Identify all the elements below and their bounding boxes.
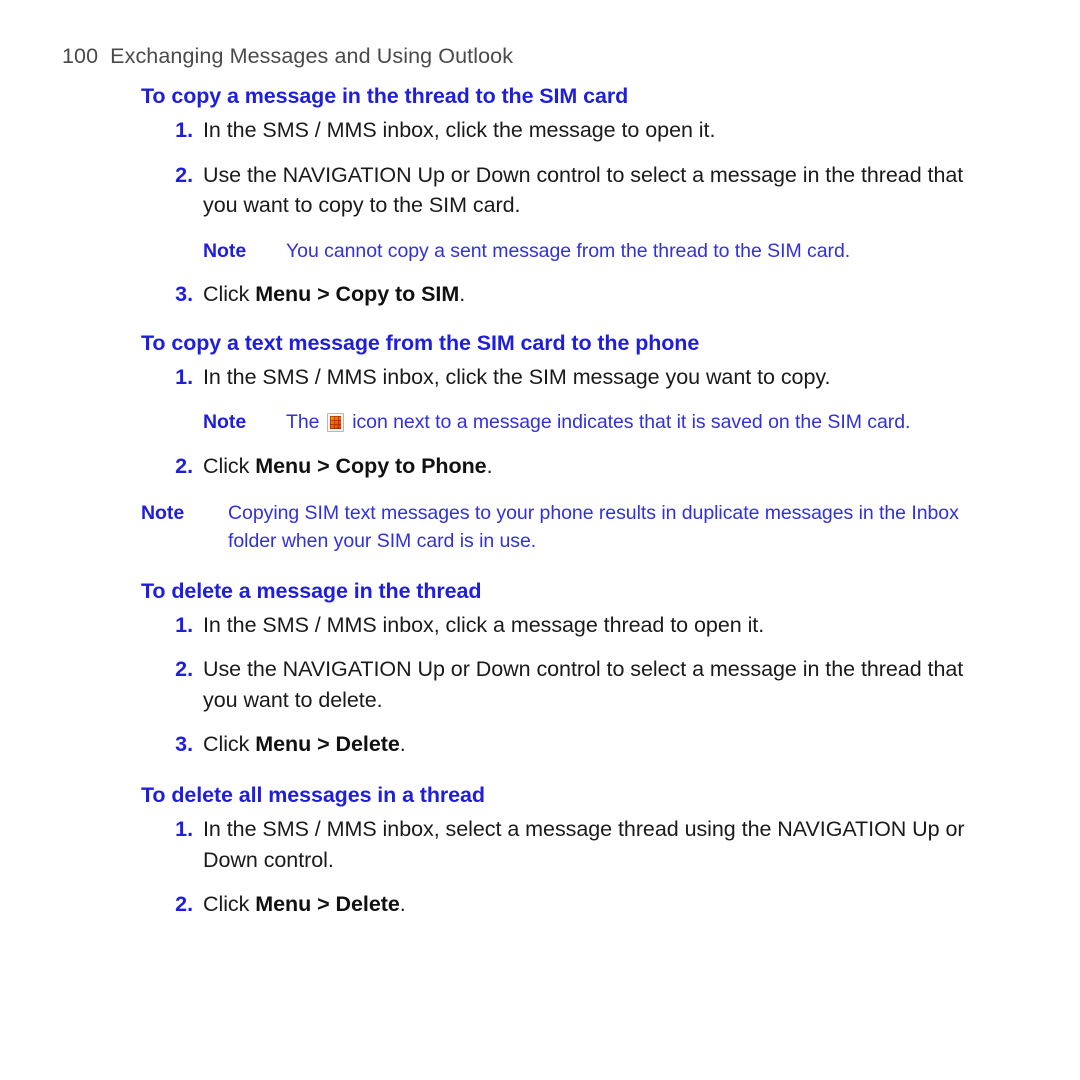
step-list: 1. In the SMS / MMS inbox, click the mes… xyxy=(141,115,1001,221)
section-copy-message-to-sim: To copy a message in the thread to the S… xyxy=(141,83,1001,310)
step-text: In the SMS / MMS inbox, select a message… xyxy=(203,817,965,872)
step-text-suffix: . xyxy=(399,732,406,757)
step-item: 1. In the SMS / MMS inbox, select a mess… xyxy=(141,814,1001,875)
note-label: Note xyxy=(141,502,185,525)
note-label: Note xyxy=(203,411,247,434)
step-item: 1. In the SMS / MMS inbox, click the SIM… xyxy=(141,362,1001,393)
section-copy-text-from-sim: To copy a text message from the SIM card… xyxy=(141,330,1001,556)
section-delete-all-messages: To delete all messages in a thread 1. In… xyxy=(141,782,1001,920)
note-block: Note The icon next to a message indicate… xyxy=(203,408,1001,436)
note-block: Note You cannot copy a sent message from… xyxy=(203,237,1001,265)
step-text-prefix: Click xyxy=(203,453,256,478)
step-number: 1. xyxy=(175,364,193,389)
step-text-suffix: . xyxy=(459,282,466,307)
note-label: Note xyxy=(203,239,247,262)
step-number: 2. xyxy=(175,892,193,917)
step-item: 2. Use the NAVIGATION Up or Down control… xyxy=(141,160,1001,221)
running-header: 100 Exchanging Messages and Using Outlook xyxy=(62,44,1010,69)
step-list-continued: 2. Click Menu > Copy to Phone. xyxy=(141,451,1001,482)
step-item: 3. Click Menu > Copy to SIM. xyxy=(141,279,1001,310)
step-number: 3. xyxy=(175,282,193,307)
step-list: 1. In the SMS / MMS inbox, click a messa… xyxy=(141,610,1001,760)
menu-path: Menu > Delete xyxy=(255,892,400,917)
step-item: 2. Click Menu > Copy to Phone. xyxy=(141,451,1001,482)
step-number: 1. xyxy=(175,118,193,143)
note-text: Copying SIM text messages to your phone … xyxy=(228,502,959,553)
step-text: Use the NAVIGATION Up or Down control to… xyxy=(203,162,964,218)
step-number: 3. xyxy=(175,732,193,757)
step-number: 2. xyxy=(175,657,193,682)
page-number: 100 xyxy=(62,44,99,68)
step-text: In the SMS / MMS inbox, click the SIM me… xyxy=(203,364,831,389)
step-item: 3. Click Menu > Delete. xyxy=(141,729,1001,760)
step-number: 1. xyxy=(175,612,193,637)
step-list: 1. In the SMS / MMS inbox, click the SIM… xyxy=(141,362,1001,393)
section-heading: To copy a text message from the SIM card… xyxy=(141,330,700,355)
step-text-prefix: Click xyxy=(203,732,256,757)
page-content: To copy a message in the thread to the S… xyxy=(141,83,1001,920)
chapter-title: Exchanging Messages and Using Outlook xyxy=(110,44,514,68)
step-item: 2. Click Menu > Delete. xyxy=(141,889,1001,920)
step-text-prefix: Click xyxy=(203,892,256,917)
step-number: 2. xyxy=(175,453,193,478)
menu-path: Menu > Copy to SIM xyxy=(255,282,460,307)
step-item: 1. In the SMS / MMS inbox, click a messa… xyxy=(141,610,1001,641)
section-heading: To delete a message in the thread xyxy=(141,578,482,603)
step-list: 1. In the SMS / MMS inbox, select a mess… xyxy=(141,814,1001,920)
section-heading: To delete all messages in a thread xyxy=(141,782,485,807)
step-item: 2. Use the NAVIGATION Up or Down control… xyxy=(141,654,1001,715)
note-text: You cannot copy a sent message from the … xyxy=(286,239,851,262)
step-text: Use the NAVIGATION Up or Down control to… xyxy=(203,657,964,712)
section-delete-message-in-thread: To delete a message in the thread 1. In … xyxy=(141,578,1001,760)
step-item: 1. In the SMS / MMS inbox, click the mes… xyxy=(141,115,1001,146)
note-text: The icon next to a message indicates tha… xyxy=(286,408,1001,436)
section-heading: To copy a message in the thread to the S… xyxy=(141,84,629,108)
note-text-after-icon: icon next to a message indicates that it… xyxy=(346,411,911,434)
step-text-suffix: . xyxy=(399,892,406,917)
menu-path: Menu > Copy to Phone xyxy=(255,453,487,478)
step-text: In the SMS / MMS inbox, click the messag… xyxy=(203,118,716,143)
sim-card-icon xyxy=(326,413,344,433)
step-list-continued: 3. Click Menu > Copy to SIM. xyxy=(141,279,1001,310)
step-text-suffix: . xyxy=(486,453,493,478)
step-number: 2. xyxy=(175,162,193,187)
step-number: 1. xyxy=(175,817,193,842)
manual-page: 100 Exchanging Messages and Using Outlook… xyxy=(0,0,1080,1080)
menu-path: Menu > Delete xyxy=(255,732,400,757)
step-text: In the SMS / MMS inbox, click a message … xyxy=(203,612,765,637)
note-text-before-icon: The xyxy=(286,411,325,434)
note-block-outer: Note Copying SIM text messages to your p… xyxy=(141,499,1001,556)
step-text-prefix: Click xyxy=(203,282,256,307)
